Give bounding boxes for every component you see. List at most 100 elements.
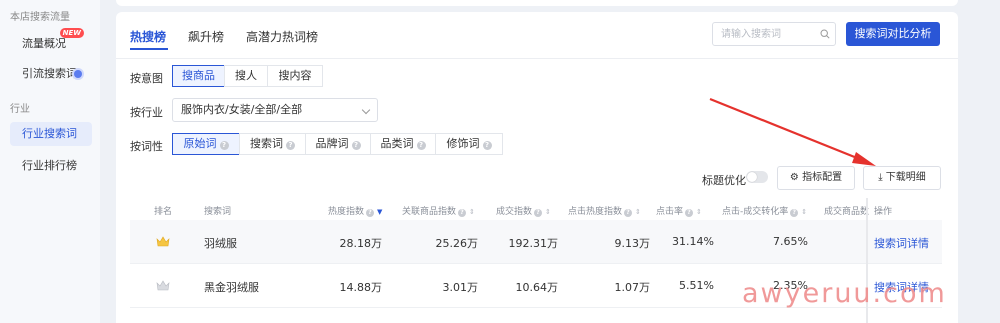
sidebar-section-industry: 行业 xyxy=(10,104,30,115)
option-label: 修饰词 xyxy=(446,137,480,150)
column-header-click-heat[interactable]: 点击热度指数? ⇕ xyxy=(568,204,641,217)
download-details-button[interactable]: ⤓ 下载明细 xyxy=(863,166,941,190)
table-row: 羽绒服 28.18万 25.26万 192.31万 9.13万 31.14% 7… xyxy=(130,220,942,264)
help-icon[interactable]: ? xyxy=(366,209,375,217)
ctr-cell: 5.51% xyxy=(679,279,714,292)
main-panel: 热搜榜 飙升榜 高潜力热词榜 搜索词对比分析 按意图 搜商品 搜人 搜内容 按行… xyxy=(116,12,958,323)
column-header-deal[interactable]: 成交指数? ⇕ xyxy=(496,204,551,217)
filter-label-industry: 按行业 xyxy=(130,106,163,119)
gear-icon: ⚙ xyxy=(789,172,799,183)
deal-cell: 10.64万 xyxy=(515,281,559,294)
header-label: 点击热度指数 xyxy=(568,207,623,217)
help-icon[interactable]: ? xyxy=(534,209,543,217)
sidebar-item-label: 行业搜索词 xyxy=(22,127,77,140)
title-optimize-toggle[interactable] xyxy=(746,171,768,183)
table-header: 排名 搜索词 热度指数? ▼ 关联商品指数? ⇕ 成交指数? ⇕ 点击热度指数? ⇕ 点… xyxy=(130,198,942,220)
keyword-cell: 黑金羽绒服 xyxy=(204,281,259,294)
column-header-action: 操作 xyxy=(874,207,893,217)
metric-config-button[interactable]: ⚙ 指标配置 xyxy=(777,166,855,190)
intent-option-goods[interactable]: 搜商品 xyxy=(172,65,225,87)
header-label: 关联商品指数 xyxy=(402,207,457,217)
help-icon[interactable]: ? xyxy=(624,209,633,217)
help-icon[interactable]: ? xyxy=(482,141,492,150)
search-icon[interactable] xyxy=(820,29,830,39)
help-icon[interactable]: ? xyxy=(219,141,229,150)
sort-icon[interactable]: ⇕ xyxy=(801,208,807,216)
click-heat-cell: 1.07万 xyxy=(614,281,651,294)
deal-cell: 192.31万 xyxy=(508,237,559,250)
column-header-keyword: 搜索词 xyxy=(204,207,232,217)
tabs-divider xyxy=(116,58,958,59)
column-header-ctr[interactable]: 点击率? ⇕ xyxy=(656,204,702,217)
chevron-down-icon xyxy=(361,105,371,115)
header-label: 成交指数 xyxy=(496,207,533,217)
download-label: 下载明细 xyxy=(885,172,926,183)
tab-high-potential[interactable]: 高潜力热词榜 xyxy=(246,28,318,45)
industry-select[interactable]: 服饰内衣/女装/全部/全部 xyxy=(172,98,378,122)
click-heat-cell: 9.13万 xyxy=(614,237,651,250)
header-label: 点击-成交转化率 xyxy=(722,207,789,217)
header-label: 热度指数 xyxy=(328,207,365,217)
help-icon[interactable]: ? xyxy=(416,141,426,150)
related-cell: 3.01万 xyxy=(442,281,479,294)
search-input[interactable] xyxy=(712,22,836,46)
column-header-cvr[interactable]: 点击-成交转化率? ⇕ xyxy=(722,204,807,217)
word-type-option-category[interactable]: 品类词? xyxy=(370,133,436,155)
option-label: 搜索词 xyxy=(250,137,283,150)
watermark-text: awyeruu.com xyxy=(742,278,947,309)
word-type-option-original[interactable]: 原始词? xyxy=(172,133,240,155)
option-label: 品牌词 xyxy=(315,137,349,150)
active-tab-underline xyxy=(130,48,168,50)
tab-hot-search[interactable]: 热搜榜 xyxy=(130,28,166,45)
industry-select-value: 服饰内衣/女装/全部/全部 xyxy=(181,103,303,116)
compare-analysis-button[interactable]: 搜索词对比分析 xyxy=(846,22,940,46)
sidebar-item-drain-keywords[interactable]: 引流搜索词 xyxy=(10,62,92,86)
keyword-details-link[interactable]: 搜索词详情 xyxy=(874,235,929,251)
help-icon[interactable]: ? xyxy=(790,209,799,217)
heat-cell: 14.88万 xyxy=(339,281,383,294)
help-icon[interactable]: ? xyxy=(458,209,467,217)
sidebar-item-label: 行业排行榜 xyxy=(22,159,77,172)
sidebar-item-label: 引流搜索词 xyxy=(22,67,77,80)
sidebar-item-traffic-overview[interactable]: 流量概况 NEW xyxy=(10,28,92,56)
new-badge: NEW xyxy=(59,28,84,38)
option-label: 原始词 xyxy=(183,137,217,150)
keyword-cell: 羽绒服 xyxy=(204,237,237,250)
sidebar-item-industry-ranking[interactable]: 行业排行榜 xyxy=(10,154,92,178)
related-cell: 25.26万 xyxy=(435,237,479,250)
word-type-option-modifier[interactable]: 修饰词? xyxy=(435,133,503,155)
column-header-heat[interactable]: 热度指数? ▼ xyxy=(328,204,383,217)
ctr-cell: 31.14% xyxy=(672,235,714,248)
column-header-related[interactable]: 关联商品指数? ⇕ xyxy=(402,204,475,217)
sidebar-item-industry-keywords[interactable]: 行业搜索词 xyxy=(10,122,92,146)
radio-dot-icon xyxy=(74,70,82,78)
download-icon: ⤓ xyxy=(878,172,883,183)
intent-option-people[interactable]: 搜人 xyxy=(224,65,268,87)
sort-icon[interactable]: ⇕ xyxy=(696,208,702,216)
column-header-deal-items: 成交商品数 xyxy=(824,207,870,217)
help-icon[interactable]: ? xyxy=(351,141,361,150)
filter-label-word-type: 按词性 xyxy=(130,140,163,153)
intent-option-content[interactable]: 搜内容 xyxy=(267,65,323,87)
sort-desc-icon[interactable]: ▼ xyxy=(377,208,382,216)
sidebar: 本店搜索流量 流量概况 NEW 引流搜索词 行业 行业搜索词 行业排行榜 xyxy=(0,0,100,323)
tab-rising[interactable]: 飙升榜 xyxy=(188,28,224,45)
filter-label-intent: 按意图 xyxy=(130,72,163,85)
help-icon[interactable]: ? xyxy=(286,141,295,150)
sidebar-item-label: 流量概况 xyxy=(22,37,66,50)
sort-icon[interactable]: ⇕ xyxy=(545,208,551,216)
top-card-edge xyxy=(116,0,958,6)
metric-config-label: 指标配置 xyxy=(802,172,843,183)
title-optimize-label: 标题优化 xyxy=(702,174,746,187)
word-type-option-brand[interactable]: 品牌词? xyxy=(305,133,371,155)
word-type-option-search[interactable]: 搜索词? xyxy=(239,133,306,155)
sort-icon[interactable]: ⇕ xyxy=(635,208,641,216)
help-icon[interactable]: ? xyxy=(685,209,694,217)
header-label: 点击率 xyxy=(656,207,684,217)
option-label: 品类词 xyxy=(380,137,414,150)
gold-crown-icon xyxy=(156,236,170,247)
column-header-rank: 排名 xyxy=(154,207,173,217)
sidebar-section-store-search: 本店搜索流量 xyxy=(10,12,70,23)
silver-crown-icon xyxy=(156,280,170,291)
sort-icon[interactable]: ⇕ xyxy=(469,208,475,216)
